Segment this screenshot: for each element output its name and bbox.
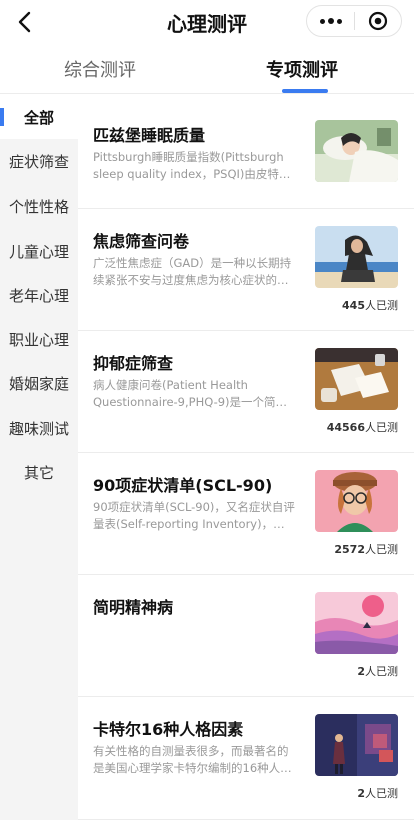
card-description: 90项症状清单(SCL-90)，又名症状自评量表(Self-reporting … <box>93 500 295 531</box>
card-description: Pittsburgh睡眠质量指数(Pittsburgh sleep qualit… <box>93 150 284 181</box>
nav-bar: 心理测评 <box>0 0 414 44</box>
sidebar-item-marriage-family[interactable]: 婚姻家庭 <box>0 361 78 405</box>
sleeping-woman-image <box>315 120 398 182</box>
sidebar-item-label: 全部 <box>23 108 54 127</box>
sidebar-item-all[interactable]: 全部 <box>0 95 78 139</box>
card-title: 90项症状清单(SCL-90) <box>93 476 273 495</box>
tested-count: 2人已测 <box>357 785 398 801</box>
category-sidebar: 全部 症状筛查 个性性格 儿童心理 老年心理 职业心理 婚姻家庭 趣味测试 其它 <box>0 95 78 820</box>
sidebar-item-label: 老年心理 <box>8 286 69 305</box>
target-circle-icon <box>368 11 388 31</box>
more-dots-icon <box>319 18 325 24</box>
tested-count: 2572人已测 <box>334 541 398 557</box>
sidebar-item-symptom-screening[interactable]: 症状筛查 <box>0 139 78 183</box>
woman-by-sea-image <box>315 226 398 288</box>
test-list: 匹兹堡睡眠质量 Pittsburgh睡眠质量指数(Pittsburgh slee… <box>78 95 414 820</box>
woman-glasses-image <box>315 470 398 532</box>
sidebar-item-label: 个性性格 <box>8 197 69 216</box>
count-suffix: 人已测 <box>365 787 398 800</box>
sidebar-item-label: 婚姻家庭 <box>8 374 69 393</box>
card-title: 抑郁症筛查 <box>93 354 174 373</box>
sidebar-item-other[interactable]: 其它 <box>0 450 78 494</box>
card-description: 有关性格的自测量表很多，而最著名的是美国心理学家卡特尔编制的16种人… <box>93 744 292 775</box>
count-suffix: 人已测 <box>365 421 398 434</box>
tab-bar: 综合测评 专项测评 <box>0 44 414 94</box>
pink-landscape-image <box>315 592 398 654</box>
test-card-psqi[interactable]: 匹兹堡睡眠质量 Pittsburgh睡眠质量指数(Pittsburgh slee… <box>78 95 414 209</box>
count-suffix: 人已测 <box>365 543 398 556</box>
sidebar-item-label: 儿童心理 <box>8 242 69 261</box>
count-number: 2572 <box>334 543 365 556</box>
test-card-bprs[interactable]: 简明精神病 2人已测 <box>78 575 414 697</box>
count-number: 44566 <box>326 421 365 434</box>
card-description: 病人健康问卷(Patient Health Questionnaire-9,PH… <box>93 378 288 409</box>
desk-book-image <box>315 348 398 410</box>
tested-count: 2人已测 <box>357 663 398 679</box>
chevron-left-icon <box>18 11 31 33</box>
card-description: 广泛性焦虑症（GAD）是一种以长期持续紧张不安与过度焦虑为核心症状的… <box>93 256 292 287</box>
sidebar-item-label: 症状筛查 <box>8 152 69 171</box>
back-button[interactable] <box>10 8 38 36</box>
sidebar-item-personality[interactable]: 个性性格 <box>0 184 78 228</box>
sidebar-item-career[interactable]: 职业心理 <box>0 317 78 361</box>
sidebar-active-indicator <box>0 108 4 126</box>
card-title: 匹兹堡睡眠质量 <box>93 126 206 145</box>
sidebar-item-elderly[interactable]: 老年心理 <box>0 273 78 317</box>
card-title: 焦虑筛查问卷 <box>93 232 190 251</box>
test-card-anxiety[interactable]: 焦虑筛查问卷 广泛性焦虑症（GAD）是一种以长期持续紧张不安与过度焦虑为核心症状… <box>78 209 414 331</box>
sidebar-item-fun-tests[interactable]: 趣味测试 <box>0 406 78 450</box>
test-card-scl90[interactable]: 90项症状清单(SCL-90) 90项症状清单(SCL-90)，又名症状自评量表… <box>78 453 414 575</box>
more-menu-button[interactable] <box>307 6 354 36</box>
sidebar-item-child[interactable]: 儿童心理 <box>0 229 78 273</box>
sidebar-item-label: 其它 <box>23 463 54 482</box>
more-dot <box>327 18 334 24</box>
sidebar-item-label: 趣味测试 <box>8 419 69 438</box>
test-card-depression[interactable]: 抑郁症筛查 病人健康问卷(Patient Health Questionnair… <box>78 331 414 453</box>
count-suffix: 人已测 <box>365 665 398 678</box>
mini-program-capsule <box>306 5 402 37</box>
test-card-16pf[interactable]: 卡特尔16种人格因素 有关性格的自测量表很多，而最著名的是美国心理学家卡特尔编制… <box>78 697 414 820</box>
sidebar-item-label: 职业心理 <box>8 330 69 349</box>
count-number: 2 <box>357 787 365 800</box>
active-tab-indicator <box>282 89 328 93</box>
tab-comprehensive[interactable]: 综合测评 <box>64 56 136 82</box>
card-title: 简明精神病 <box>93 598 174 617</box>
tested-count: 445人已测 <box>342 297 398 313</box>
tab-specialized[interactable]: 专项测评 <box>266 56 338 82</box>
count-number: 445 <box>342 299 365 312</box>
card-title: 卡特尔16种人格因素 <box>93 720 244 739</box>
more-dot <box>336 18 342 24</box>
close-mini-program-button[interactable] <box>355 6 401 36</box>
dark-room-figure-image <box>315 714 398 776</box>
tested-count: 44566人已测 <box>327 419 398 435</box>
count-suffix: 人已测 <box>365 299 398 312</box>
count-number: 2 <box>357 665 365 678</box>
